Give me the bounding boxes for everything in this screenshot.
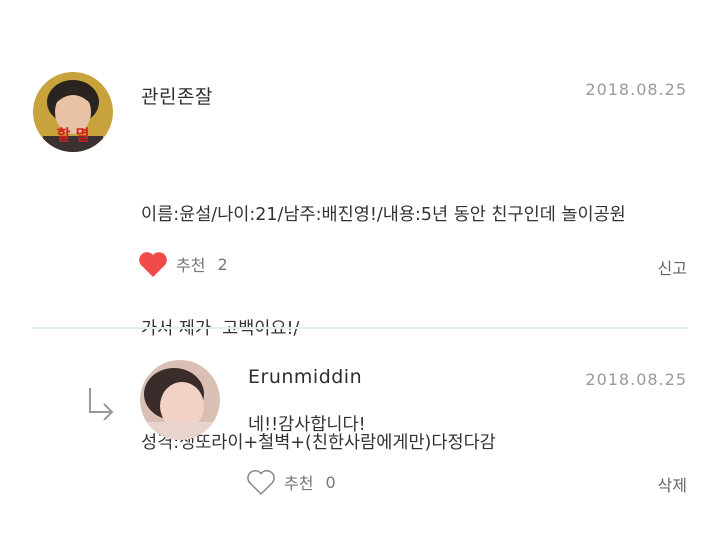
avatar-overlay-text: 할 멸 — [56, 126, 90, 144]
delete-button[interactable]: 삭제 — [658, 472, 687, 496]
like-button[interactable]: 추천 2 — [138, 250, 228, 278]
comment-author[interactable]: 관린존잘 — [141, 82, 213, 109]
comment-text-line: 이름:윤설/나이:21/남주:배진영!/내용:5년 동안 친구인데 놀이공원 — [141, 205, 626, 225]
reply-date: 2018.08.25 — [585, 370, 687, 389]
reply-avatar[interactable] — [140, 360, 220, 440]
divider — [32, 327, 688, 329]
heart-outline-icon — [246, 468, 276, 496]
comment-date: 2018.08.25 — [585, 80, 687, 99]
heart-filled-icon — [138, 250, 168, 278]
reply: Erunmiddin 2018.08.25 네!!감사합니다! 추천 0 삭제 — [0, 330, 720, 540]
reply-text: 네!!감사합니다! — [248, 415, 366, 435]
reply-like-count: 0 — [325, 472, 336, 492]
avatar[interactable]: 할 멸 — [33, 72, 113, 152]
reply-like-label: 추천 — [284, 474, 314, 493]
reply-author[interactable]: Erunmiddin — [248, 366, 362, 388]
comment: 할 멸 관린존잘 2018.08.25 이름:윤설/나이:21/남주:배진영!/… — [0, 0, 720, 453]
like-count: 2 — [217, 254, 228, 274]
report-button[interactable]: 신고 — [658, 255, 687, 279]
like-label: 추천 — [176, 256, 206, 275]
reply-like-button[interactable]: 추천 0 — [246, 468, 336, 496]
